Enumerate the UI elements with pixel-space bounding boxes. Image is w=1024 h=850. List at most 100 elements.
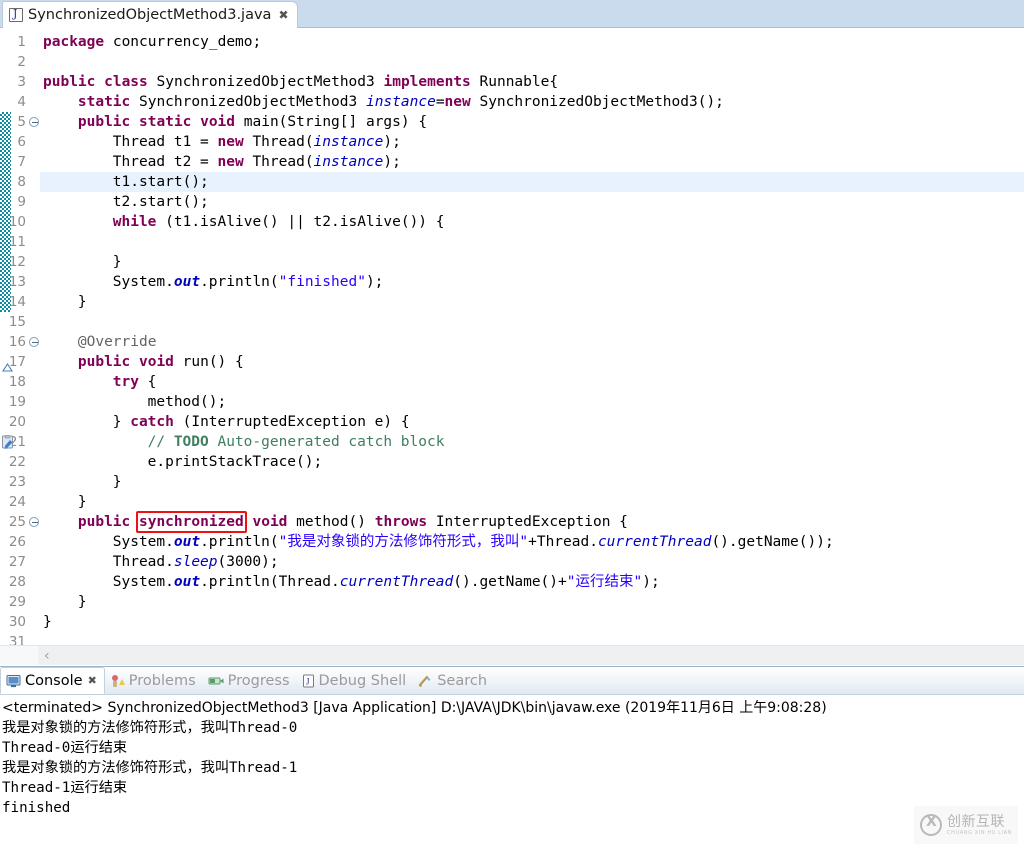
code-line[interactable]: // TODO Auto-generated catch block xyxy=(40,432,1024,452)
code-line[interactable]: Thread t1 = new Thread(instance); xyxy=(40,132,1024,152)
gutter-row[interactable]: 13 xyxy=(0,272,40,292)
gutter-row[interactable]: 8 xyxy=(0,172,40,192)
code-line[interactable]: package concurrency_demo; xyxy=(40,32,1024,52)
code-token: instance xyxy=(313,134,384,150)
code-line[interactable]: public void run() { xyxy=(40,352,1024,372)
editor-gutter[interactable]: 1 2 3 4 5 6 7 8 9 10 11 12 13 14 15 16 17 18 19 20 21 22 23 24 2… xyxy=(0,28,40,645)
gutter-row[interactable]: 6 xyxy=(0,132,40,152)
gutter-row[interactable]: 21 xyxy=(0,432,40,452)
code-token: t1.start(); xyxy=(112,174,209,190)
gutter-row[interactable]: 14 xyxy=(0,292,40,312)
gutter-row[interactable]: 28 xyxy=(0,572,40,592)
gutter-row[interactable]: 4 xyxy=(0,92,40,112)
code-token: new xyxy=(217,154,253,170)
chevron-left-icon[interactable]: ‹ xyxy=(44,648,50,664)
code-token: ); xyxy=(365,274,384,290)
gutter-row[interactable]: 22 xyxy=(0,452,40,472)
code-line[interactable]: static SynchronizedObjectMethod3 instanc… xyxy=(40,92,1024,112)
line-number: 24 xyxy=(8,494,26,510)
code-content[interactable]: package concurrency_demo;public class Sy… xyxy=(40,28,1024,645)
gutter-row[interactable]: 19 xyxy=(0,392,40,412)
gutter-row[interactable]: 12 xyxy=(0,252,40,272)
editor-tab-synchronizedobjectmethod3[interactable]: SynchronizedObjectMethod3.java ✖ xyxy=(2,1,298,28)
code-line[interactable]: while (t1.isAlive() || t2.isAlive()) { xyxy=(40,212,1024,232)
gutter-row[interactable]: 2 xyxy=(0,52,40,72)
code-line[interactable] xyxy=(40,312,1024,332)
code-line[interactable]: System.out.println("我是对象锁的方法修饰符形式，我叫"+Th… xyxy=(40,532,1024,552)
gutter-row[interactable]: 20 xyxy=(0,412,40,432)
gutter-row[interactable]: 1 xyxy=(0,32,40,52)
panel-tab-label: Debug Shell xyxy=(318,672,407,689)
console-output[interactable]: <terminated> SynchronizedObjectMethod3 [… xyxy=(0,696,1024,850)
code-line[interactable]: @Override xyxy=(40,332,1024,352)
close-icon[interactable]: ✖ xyxy=(278,9,288,21)
gutter-row[interactable]: 11 xyxy=(0,232,40,252)
code-line[interactable] xyxy=(40,232,1024,252)
gutter-row[interactable]: 7 xyxy=(0,152,40,172)
code-line[interactable] xyxy=(40,52,1024,72)
gutter-row[interactable]: 9 xyxy=(0,192,40,212)
gutter-row[interactable]: 31 xyxy=(0,632,40,645)
code-token: run() { xyxy=(182,354,244,370)
gutter-row[interactable]: 23 xyxy=(0,472,40,492)
editor-horizontal-scrollbar[interactable]: ‹ xyxy=(0,645,1024,665)
gutter-row[interactable]: 10 xyxy=(0,212,40,232)
fold-collapse-icon[interactable] xyxy=(29,517,39,527)
code-token: +Thread. xyxy=(528,534,598,550)
code-token: (3000); xyxy=(217,554,279,570)
code-token: static xyxy=(77,94,139,110)
panel-tab-debug-shell[interactable]: J Debug Shell xyxy=(297,667,414,694)
fold-collapse-icon[interactable] xyxy=(29,337,39,347)
code-line[interactable]: } xyxy=(40,492,1024,512)
code-editor[interactable]: 1 2 3 4 5 6 7 8 9 10 11 12 13 14 15 16 17 18 19 20 21 22 23 24 2… xyxy=(0,28,1024,645)
code-token: new xyxy=(444,94,480,110)
line-number: 25 xyxy=(8,514,26,530)
todo-marker-icon[interactable] xyxy=(1,435,14,449)
close-icon[interactable]: ✖ xyxy=(88,674,97,687)
code-line[interactable]: public synchronized void method() throws… xyxy=(40,512,1024,532)
code-line[interactable]: t2.start(); xyxy=(40,192,1024,212)
panel-tab-search[interactable]: Search xyxy=(413,667,494,694)
code-line[interactable]: } xyxy=(40,252,1024,272)
code-line[interactable]: t1.start(); xyxy=(40,172,1024,192)
gutter-row[interactable]: 5 xyxy=(0,112,40,132)
code-line[interactable]: Thread.sleep(3000); xyxy=(40,552,1024,572)
gutter-row[interactable]: 24 xyxy=(0,492,40,512)
code-line[interactable]: method(); xyxy=(40,392,1024,412)
gutter-row[interactable]: 3 xyxy=(0,72,40,92)
code-token: "finished" xyxy=(278,274,366,290)
code-line[interactable]: System.out.println("finished"); xyxy=(40,272,1024,292)
panel-tab-problems[interactable]: Problems xyxy=(105,667,203,694)
panel-tab-progress[interactable]: Progress xyxy=(203,667,297,694)
override-marker-icon[interactable] xyxy=(1,358,14,372)
gutter-row[interactable]: 15 xyxy=(0,312,40,332)
code-token: .println( xyxy=(200,534,279,550)
gutter-row[interactable]: 27 xyxy=(0,552,40,572)
code-token: = xyxy=(435,94,445,110)
code-line[interactable]: try { xyxy=(40,372,1024,392)
line-number: 26 xyxy=(8,534,26,550)
gutter-row[interactable]: 26 xyxy=(0,532,40,552)
watermark: 创新互联 CHUANG XIN HU LIAN xyxy=(914,806,1018,844)
fold-collapse-icon[interactable] xyxy=(29,117,39,127)
code-line[interactable]: System.out.println(Thread.currentThread(… xyxy=(40,572,1024,592)
code-line[interactable] xyxy=(40,632,1024,645)
gutter-row[interactable]: 17 xyxy=(0,352,40,372)
code-line[interactable]: public static void main(String[] args) { xyxy=(40,112,1024,132)
code-line[interactable]: } xyxy=(40,292,1024,312)
gutter-row[interactable]: 16 xyxy=(0,332,40,352)
code-line[interactable]: public class SynchronizedObjectMethod3 i… xyxy=(40,72,1024,92)
gutter-row[interactable]: 30 xyxy=(0,612,40,632)
gutter-row[interactable]: 29 xyxy=(0,592,40,612)
code-line[interactable]: Thread t2 = new Thread(instance); xyxy=(40,152,1024,172)
code-line[interactable]: } catch (InterruptedException e) { xyxy=(40,412,1024,432)
panel-tab-console[interactable]: Console ✖ xyxy=(0,667,105,694)
gutter-row[interactable]: 25 xyxy=(0,512,40,532)
code-line[interactable]: e.printStackTrace(); xyxy=(40,452,1024,472)
gutter-row[interactable]: 18 xyxy=(0,372,40,392)
code-line[interactable]: } xyxy=(40,592,1024,612)
code-line[interactable]: } xyxy=(40,612,1024,632)
editor-tab-bar: SynchronizedObjectMethod3.java ✖ xyxy=(0,0,1024,28)
code-token: try xyxy=(112,374,148,390)
code-line[interactable]: } xyxy=(40,472,1024,492)
